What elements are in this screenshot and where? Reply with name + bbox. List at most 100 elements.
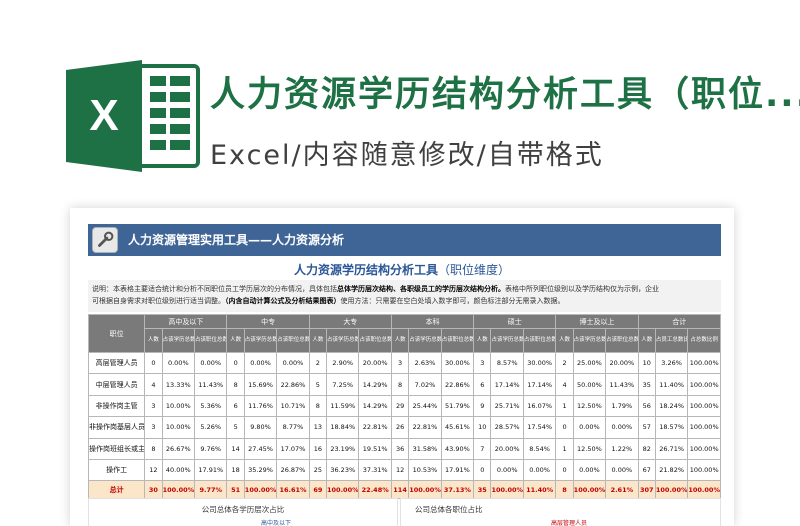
table-cell[interactable]: 18.57% <box>654 416 689 439</box>
table-cell[interactable]: 56 <box>637 394 656 418</box>
table-cell[interactable]: 4 <box>555 373 574 396</box>
table-cell[interactable]: 51.79% <box>440 394 475 418</box>
table-cell[interactable]: 12 <box>390 458 410 482</box>
table-cell[interactable]: 9 <box>473 394 492 418</box>
table-cell[interactable]: 31.58% <box>408 437 442 460</box>
table-cell[interactable]: 17.91% <box>440 458 475 482</box>
table-cell[interactable]: 37.31% <box>358 458 392 482</box>
table-cell[interactable]: 100.00% <box>654 480 689 500</box>
position-cell[interactable]: 中层管理人员 <box>87 373 146 396</box>
table-cell[interactable]: 11.40% <box>522 480 557 500</box>
table-cell[interactable]: 100.00% <box>687 373 721 396</box>
table-cell[interactable]: 26.67% <box>161 437 196 460</box>
table-cell[interactable]: 3 <box>144 394 163 418</box>
table-cell[interactable]: 43.90% <box>440 437 475 460</box>
table-cell[interactable]: 5 <box>308 373 328 396</box>
position-cell[interactable]: 非操作岗基层人员 <box>87 416 146 439</box>
table-cell[interactable]: 22.81% <box>408 416 442 439</box>
table-cell[interactable]: 4 <box>144 373 163 396</box>
table-cell[interactable]: 20.00% <box>490 437 524 460</box>
table-cell[interactable]: 7 <box>473 437 492 460</box>
table-cell[interactable]: 29 <box>390 394 410 418</box>
table-cell[interactable]: 10.71% <box>276 394 310 418</box>
table-cell[interactable]: 51 <box>226 480 245 500</box>
table-cell[interactable]: 8.57% <box>490 351 524 375</box>
table-cell[interactable]: 0.00% <box>605 416 639 439</box>
table-cell[interactable]: 100.00% <box>687 437 721 460</box>
table-cell[interactable]: 100.00% <box>243 480 278 500</box>
table-cell[interactable]: 6 <box>473 373 492 396</box>
table-cell[interactable]: 5.36% <box>194 394 228 418</box>
table-cell[interactable]: 23.19% <box>326 437 360 460</box>
table-cell[interactable]: 18.24% <box>654 394 689 418</box>
table-cell[interactable]: 6 <box>226 394 245 418</box>
table-cell[interactable]: 100.00% <box>572 480 607 500</box>
table-cell[interactable]: 10 <box>637 351 656 375</box>
table-cell[interactable]: 22.81% <box>358 416 392 439</box>
table-cell[interactable]: 35 <box>473 480 492 500</box>
table-cell[interactable]: 100.00% <box>687 351 721 375</box>
table-cell[interactable]: 25 <box>308 458 328 482</box>
table-cell[interactable]: 7.25% <box>326 373 360 396</box>
table-cell[interactable]: 3 <box>473 351 492 375</box>
table-cell[interactable]: 30.00% <box>440 351 475 375</box>
table-cell[interactable]: 11.76% <box>243 394 278 418</box>
table-cell[interactable]: 25.71% <box>490 394 524 418</box>
table-cell[interactable]: 1.22% <box>605 437 639 460</box>
table-cell[interactable]: 40.00% <box>161 458 196 482</box>
table-cell[interactable]: 3 <box>390 351 410 375</box>
table-cell[interactable]: 8 <box>555 480 574 500</box>
table-cell[interactable]: 100.00% <box>326 480 360 500</box>
table-cell[interactable]: 8.54% <box>522 437 557 460</box>
table-cell[interactable]: 2.63% <box>408 351 442 375</box>
table-cell[interactable]: 12.50% <box>572 394 607 418</box>
table-cell[interactable]: 8 <box>144 437 163 460</box>
table-cell[interactable]: 50.00% <box>572 373 607 396</box>
table-cell[interactable]: 10.53% <box>408 458 442 482</box>
table-cell[interactable]: 18 <box>226 458 245 482</box>
table-cell[interactable]: 12.50% <box>572 437 607 460</box>
table-cell[interactable]: 0.00% <box>276 351 310 375</box>
table-cell[interactable]: 0 <box>473 458 492 482</box>
table-cell[interactable]: 16.61% <box>276 480 310 500</box>
table-cell[interactable]: 35.29% <box>243 458 278 482</box>
table-cell[interactable]: 10.00% <box>161 394 196 418</box>
table-cell[interactable]: 2.61% <box>605 480 639 500</box>
table-cell[interactable]: 100.00% <box>490 480 524 500</box>
table-cell[interactable]: 0.00% <box>194 351 228 375</box>
table-cell[interactable]: 26 <box>390 416 410 439</box>
table-cell[interactable]: 100.00% <box>687 416 721 439</box>
table-cell[interactable]: 13 <box>308 416 328 439</box>
table-cell[interactable]: 16 <box>308 437 328 460</box>
table-cell[interactable]: 35 <box>637 373 656 396</box>
table-cell[interactable]: 11.43% <box>194 373 228 396</box>
table-cell[interactable]: 17.14% <box>490 373 524 396</box>
table-cell[interactable]: 2 <box>555 351 574 375</box>
table-cell[interactable]: 28.57% <box>490 416 524 439</box>
position-cell[interactable]: 高层管理人员 <box>87 351 146 375</box>
table-cell[interactable]: 5 <box>226 416 245 439</box>
table-cell[interactable]: 21.82% <box>654 458 689 482</box>
table-cell[interactable]: 22.48% <box>358 480 392 500</box>
table-cell[interactable]: 9.76% <box>194 437 228 460</box>
table-cell[interactable]: 25.00% <box>572 351 607 375</box>
table-cell[interactable]: 307 <box>637 480 656 500</box>
table-cell[interactable]: 0.00% <box>605 458 639 482</box>
table-cell[interactable]: 8 <box>226 373 245 396</box>
table-cell[interactable]: 11.40% <box>654 373 689 396</box>
table-cell[interactable]: 22.86% <box>440 373 475 396</box>
table-cell[interactable]: 0 <box>226 351 245 375</box>
table-cell[interactable]: 36.23% <box>326 458 360 482</box>
table-cell[interactable]: 27.45% <box>243 437 278 460</box>
table-cell[interactable]: 100.00% <box>687 480 721 500</box>
table-cell[interactable]: 26.87% <box>276 458 310 482</box>
table-cell[interactable]: 69 <box>308 480 328 500</box>
table-cell[interactable]: 17.54% <box>522 416 557 439</box>
table-cell[interactable]: 0.00% <box>161 351 196 375</box>
table-cell[interactable]: 17.14% <box>522 373 557 396</box>
table-cell[interactable]: 114 <box>390 480 410 500</box>
table-cell[interactable]: 67 <box>637 458 656 482</box>
table-cell[interactable]: 7.02% <box>408 373 442 396</box>
table-cell[interactable]: 11.43% <box>605 373 639 396</box>
table-cell[interactable]: 1 <box>555 437 574 460</box>
